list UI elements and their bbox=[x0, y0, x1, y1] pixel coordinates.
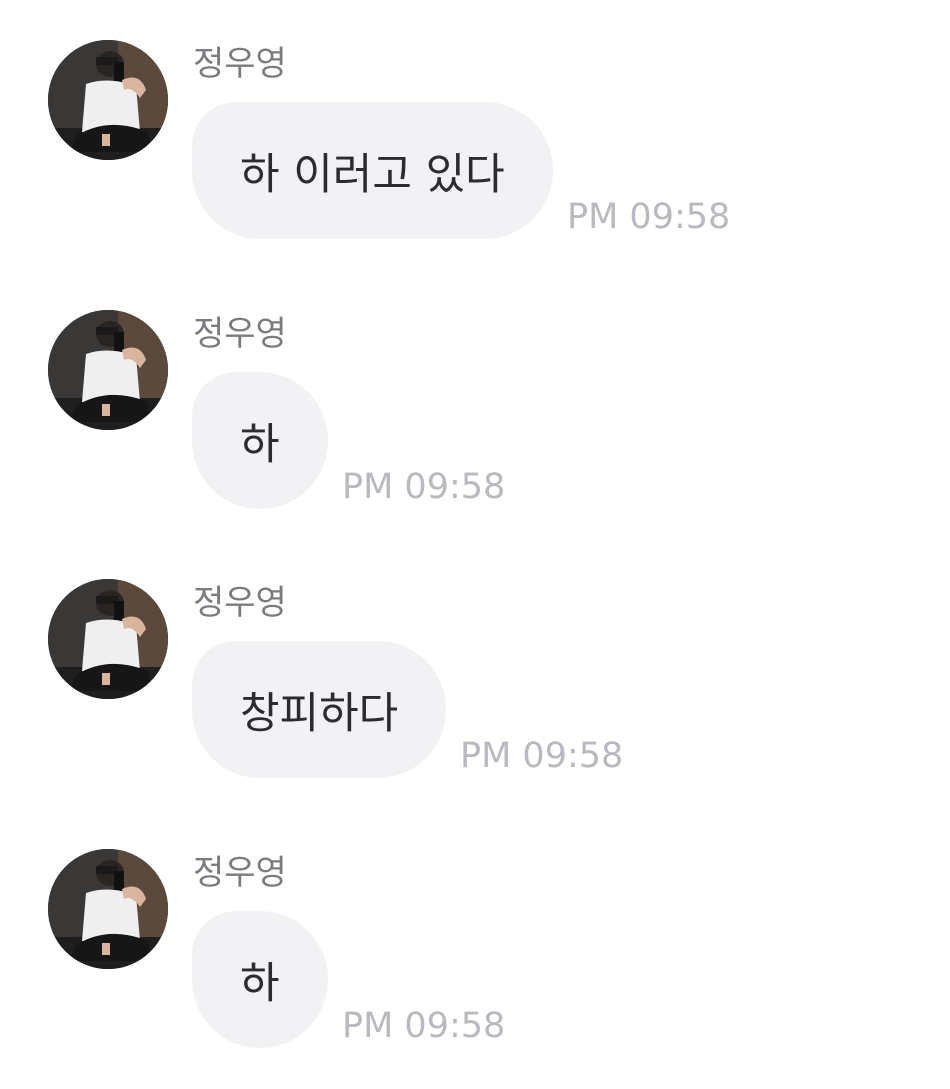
chat-message: 정우영 하 PM 09:58 bbox=[0, 310, 950, 550]
avatar-photo bbox=[48, 40, 168, 160]
chat-message: 정우영 하 이러고 있다 PM 09:58 bbox=[0, 40, 950, 280]
avatar-photo bbox=[48, 310, 168, 430]
message-timestamp: PM 09:58 bbox=[567, 197, 731, 237]
chat-message: 정우영 창피하다 PM 09:58 bbox=[0, 579, 950, 819]
message-bubble[interactable]: 창피하다 bbox=[192, 641, 447, 778]
message-bubble[interactable]: 하 bbox=[192, 911, 328, 1048]
avatar[interactable] bbox=[48, 579, 168, 699]
message-bubble[interactable]: 하 bbox=[192, 372, 328, 509]
chat-message: 정우영 하 PM 09:58 bbox=[0, 849, 950, 1089]
message-timestamp: PM 09:58 bbox=[460, 736, 624, 776]
sender-name: 정우영 bbox=[193, 314, 287, 354]
sender-name: 정우영 bbox=[193, 853, 287, 893]
avatar[interactable] bbox=[48, 40, 168, 160]
message-timestamp: PM 09:58 bbox=[342, 1006, 506, 1046]
avatar-photo bbox=[48, 849, 168, 969]
message-timestamp: PM 09:58 bbox=[342, 467, 506, 507]
sender-name: 정우영 bbox=[193, 583, 287, 623]
message-bubble[interactable]: 하 이러고 있다 bbox=[192, 102, 553, 239]
avatar[interactable] bbox=[48, 310, 168, 430]
avatar-photo bbox=[48, 579, 168, 699]
sender-name: 정우영 bbox=[193, 44, 287, 84]
avatar[interactable] bbox=[48, 849, 168, 969]
